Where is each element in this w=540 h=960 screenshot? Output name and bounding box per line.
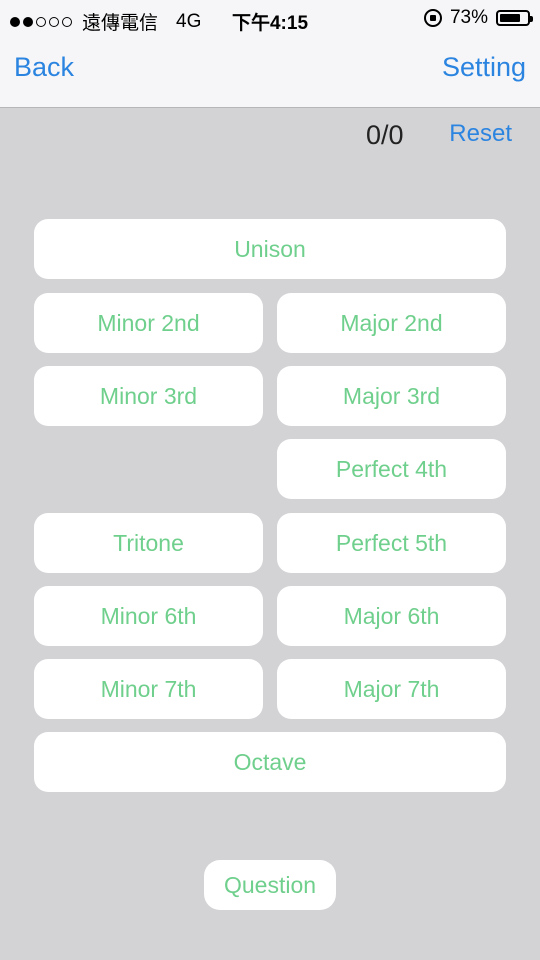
perfect-4th-button[interactable]: Perfect 4th: [277, 439, 506, 499]
octave-button[interactable]: Octave: [34, 732, 506, 792]
major-2nd-button[interactable]: Major 2nd: [277, 293, 506, 353]
minor-2nd-button[interactable]: Minor 2nd: [34, 293, 263, 353]
unison-button[interactable]: Unison: [34, 219, 506, 279]
battery-icon: [496, 10, 533, 26]
rotation-lock-icon: [423, 9, 442, 27]
top-bar: 遠傳電信 4G 下午4:15 73% Back Setting: [0, 0, 540, 108]
minor-3rd-button[interactable]: Minor 3rd: [34, 366, 263, 426]
navigation-bar: Back Setting: [0, 36, 540, 108]
score-display: 0/0: [366, 120, 404, 150]
setting-button[interactable]: Setting: [442, 52, 526, 83]
major-3rd-button[interactable]: Major 3rd: [277, 366, 506, 426]
perfect-5th-button[interactable]: Perfect 5th: [277, 513, 506, 573]
reset-button[interactable]: Reset: [449, 120, 512, 148]
major-7th-button[interactable]: Major 7th: [277, 659, 506, 719]
major-6th-button[interactable]: Major 6th: [277, 586, 506, 646]
minor-7th-button[interactable]: Minor 7th: [34, 659, 263, 719]
app-screen: 遠傳電信 4G 下午4:15 73% Back Setting 0/0 Rese…: [0, 0, 540, 960]
back-button[interactable]: Back: [14, 52, 74, 83]
status-right: 73%: [423, 7, 533, 29]
minor-6th-button[interactable]: Minor 6th: [34, 586, 263, 646]
battery-percent: 73%: [449, 7, 488, 28]
question-button[interactable]: Question: [204, 860, 336, 910]
tritone-button[interactable]: Tritone: [34, 513, 263, 573]
status-bar: 遠傳電信 4G 下午4:15 73%: [0, 0, 540, 36]
